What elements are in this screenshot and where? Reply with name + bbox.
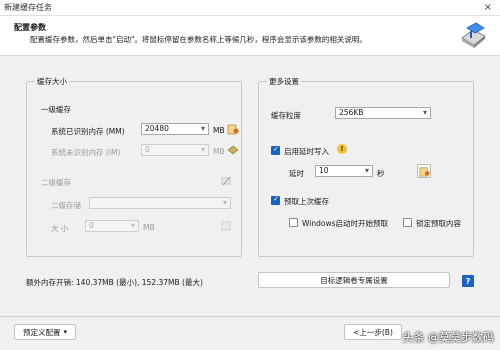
cache-size-group: 缓存大小 一级缓存 系统已识别内存 (MM) 20480 MB 系统未识别内存 … — [26, 76, 242, 257]
delay-unit: 秒 — [377, 169, 385, 178]
delay-write-label: 启用延时写入 — [284, 147, 329, 156]
help-icon[interactable]: ? — [462, 275, 474, 287]
storage-label: 二级存储 — [51, 201, 81, 210]
close-icon[interactable]: × — [484, 2, 492, 13]
watermark: 头条 @莫莫步数码 — [402, 331, 495, 344]
unrecognized-memory-unit: MB — [213, 147, 225, 156]
lock-prefetch-checkbox[interactable] — [403, 218, 412, 227]
delay-settings-icon[interactable] — [417, 164, 431, 178]
recognized-memory-unit: MB — [213, 126, 225, 135]
preset-config-label: 预定义配置 — [22, 327, 61, 337]
unrecognized-memory-select[interactable]: 0 — [141, 144, 209, 156]
more-settings-group: 更多设置 缓存粒度 256KB 启用延时写入 ! 延时 10 秒 预取上次缓存 … — [258, 76, 474, 257]
size-unit: MB — [143, 223, 155, 232]
size-settings-icon[interactable] — [219, 219, 233, 233]
windows-prefetch-label: Windows启动时开始预取 — [302, 219, 388, 228]
cache-size-group-label: 缓存大小 — [35, 76, 69, 87]
target-volume-settings-label: 目标逻辑卷专属设置 — [320, 275, 388, 285]
recognized-memory-label: 系统已识别内存 (MM) — [51, 127, 125, 136]
delay-value: 10 — [319, 166, 329, 175]
title-bar: 新建缓存任务 × — [0, 0, 500, 16]
level2-cache-icon[interactable] — [219, 174, 233, 188]
windows-prefetch-checkbox[interactable] — [289, 218, 298, 227]
wizard-header: 配置参数 配置缓存参数，然后单击"启动"。将鼠标停留在参数名称上等候几秒，程序会… — [0, 16, 500, 56]
lock-prefetch-label: 锁定预取内容 — [416, 219, 461, 228]
unrecognized-memory-icon[interactable] — [226, 143, 240, 157]
unrecognized-memory-label: 系统未识别内存 (IM) — [51, 148, 121, 157]
recognized-memory-value: 20480 — [145, 124, 169, 133]
prefetch-label: 预取上次缓存 — [284, 197, 329, 206]
memory-settings-icon[interactable] — [226, 122, 240, 136]
level1-cache-label: 一级缓存 — [41, 105, 71, 114]
recognized-memory-select[interactable]: 20480 — [141, 123, 209, 135]
prefetch-checkbox[interactable] — [271, 195, 280, 205]
chevron-down-icon: ▾ — [63, 328, 67, 336]
level2-cache-label: 二级缓存 — [41, 178, 71, 187]
bottom-separator — [0, 316, 500, 317]
unrecognized-memory-value: 0 — [145, 145, 150, 154]
warning-icon: ! — [337, 144, 347, 154]
storage-select[interactable] — [89, 197, 231, 209]
granularity-select[interactable]: 256KB — [335, 107, 431, 119]
target-volume-settings-button[interactable]: 目标逻辑卷专属设置 — [258, 272, 450, 288]
page-description: 配置缓存参数，然后单击"启动"。将鼠标停留在参数名称上等候几秒，程序会显示该参数… — [30, 35, 367, 44]
preset-config-button[interactable]: 预定义配置 ▾ — [14, 324, 76, 340]
window-title: 新建缓存任务 — [4, 3, 52, 12]
size-value: 0 — [89, 221, 94, 230]
overhead-text: 额外内存开销: 140.37MB (最小), 152.37MB (最大) — [26, 278, 203, 287]
delay-write-checkbox[interactable] — [271, 145, 280, 155]
back-button[interactable]: <上一步(B) — [344, 324, 402, 340]
more-settings-group-label: 更多设置 — [267, 76, 301, 87]
back-button-label: <上一步(B) — [353, 327, 393, 337]
delay-label: 延时 — [289, 169, 304, 178]
disk-cache-logo-icon — [461, 22, 486, 48]
delay-select[interactable]: 10 — [315, 165, 373, 177]
content-area: 缓存大小 一级缓存 系统已识别内存 (MM) 20480 MB 系统未识别内存 … — [0, 57, 500, 350]
granularity-value: 256KB — [339, 108, 364, 117]
granularity-label: 缓存粒度 — [271, 111, 301, 120]
page-title: 配置参数 — [14, 23, 46, 32]
size-label: 大 小 — [51, 224, 69, 233]
size-select[interactable]: 0 — [85, 220, 139, 232]
